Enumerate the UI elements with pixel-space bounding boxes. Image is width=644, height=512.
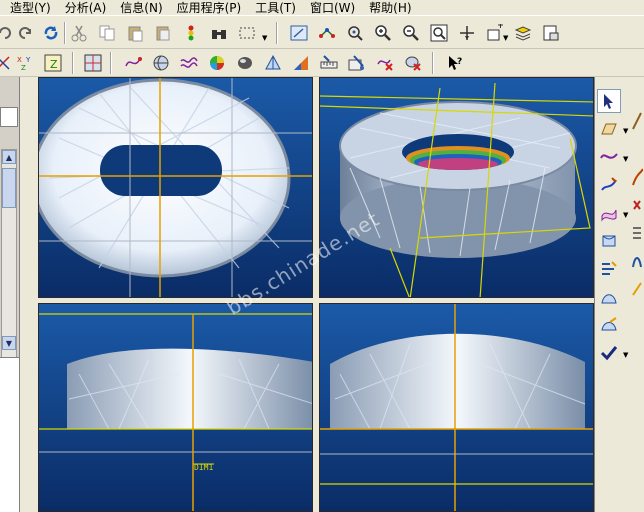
cut-icon[interactable] [68, 22, 90, 44]
svg-text:Z: Z [50, 58, 58, 71]
menu-help[interactable]: 帮助(H) [365, 1, 415, 15]
menu-tools[interactable]: 工具(T) [251, 1, 300, 15]
traffic-light-icon[interactable] [180, 22, 202, 44]
menu-analysis[interactable]: 分析(A) [61, 1, 111, 15]
binoculars-icon[interactable] [208, 22, 230, 44]
partial-tool-icon[interactable] [631, 111, 643, 131]
left-panel-field [0, 107, 18, 127]
svg-text:Y: Y [25, 56, 31, 64]
zoom-in-icon[interactable] [372, 22, 394, 44]
chevron-down-icon[interactable]: ▼ [503, 34, 508, 42]
toolbar-separator [276, 22, 278, 44]
scroll-thumb[interactable] [2, 168, 16, 208]
chevron-down-icon[interactable]: ▼ [623, 127, 628, 135]
menu-bar: 造型(Y) 分析(A) 信息(N) 应用程序(P) 工具(T) 窗口(W) 帮助… [0, 0, 644, 15]
dimension-label: DIM1 [194, 463, 213, 472]
menu-window[interactable]: 窗口(W) [306, 1, 359, 15]
partial-tool-icon[interactable] [631, 167, 644, 187]
sweep-icon[interactable] [597, 229, 621, 253]
measure-icon[interactable] [318, 52, 340, 74]
layers-icon[interactable] [512, 22, 534, 44]
patch-icon[interactable] [597, 285, 621, 309]
delete-surface-icon[interactable] [402, 52, 424, 74]
chevron-down-icon[interactable]: ▼ [623, 155, 628, 163]
partial-tool-icon[interactable] [631, 251, 643, 271]
left-gutter [20, 77, 38, 512]
secondary-toolbar: XYZ Z ? [0, 49, 644, 77]
menu-info[interactable]: 信息(N) [116, 1, 166, 15]
grid-icon[interactable] [82, 52, 104, 74]
viewport-isometric[interactable] [319, 77, 594, 298]
viewport-top[interactable] [38, 77, 313, 298]
snap-icon[interactable] [344, 22, 366, 44]
zoom-out-icon[interactable] [400, 22, 422, 44]
redo-icon[interactable] [14, 22, 36, 44]
shade-icon[interactable] [234, 52, 256, 74]
sketch-icon[interactable] [597, 173, 621, 197]
partial-tool-icon[interactable] [631, 195, 643, 215]
chevron-down-icon[interactable]: ▼ [623, 351, 628, 359]
main-toolbar: ▼ ▼ [0, 15, 644, 49]
chevron-down-icon[interactable]: ▼ [262, 34, 267, 42]
toolbar-separator [64, 22, 66, 44]
scroll-down-icon[interactable]: ▼ [2, 336, 16, 350]
camera-icon[interactable] [540, 22, 562, 44]
viewport-side[interactable] [319, 303, 594, 512]
node-icon[interactable] [316, 22, 338, 44]
trim-icon[interactable] [597, 313, 621, 337]
select-arrow-icon[interactable] [597, 89, 621, 113]
plane-icon[interactable] [597, 117, 621, 141]
confirm-check-icon[interactable] [597, 341, 621, 365]
z-align-icon[interactable]: Z [42, 52, 64, 74]
xyz-icon[interactable]: XYZ [14, 52, 36, 74]
delete-curve-icon[interactable] [374, 52, 396, 74]
left-panel-list [0, 357, 19, 512]
copy-icon[interactable] [96, 22, 118, 44]
toolbar-separator [72, 52, 74, 74]
help-arrow-icon[interactable]: ? [444, 52, 466, 74]
curve-tool-icon[interactable] [597, 145, 621, 169]
scroll-up-icon[interactable]: ▲ [2, 150, 16, 164]
right-tool-panel: ▼ ▼ ▼ ▼ [594, 77, 644, 512]
surface-icon[interactable] [597, 201, 621, 225]
prism-icon[interactable] [262, 52, 284, 74]
left-panel: ▲ ▼ [0, 77, 20, 512]
partial-tool-icon[interactable] [631, 223, 643, 243]
section-icon[interactable] [346, 52, 368, 74]
menu-model[interactable]: 造型(Y) [6, 1, 55, 15]
menu-applications[interactable]: 应用程序(P) [173, 1, 246, 15]
select-box-icon[interactable] [236, 22, 258, 44]
pan-icon[interactable] [456, 22, 478, 44]
svg-text:Z: Z [21, 64, 26, 72]
svg-text:X: X [17, 56, 22, 64]
chevron-down-icon[interactable]: ▼ [623, 211, 628, 219]
sphere-icon[interactable] [150, 52, 172, 74]
color-map-icon[interactable] [206, 52, 228, 74]
paste-special-icon[interactable] [152, 22, 174, 44]
axis-icon[interactable] [0, 52, 14, 74]
curve-icon[interactable] [122, 52, 144, 74]
wave-icon[interactable] [178, 52, 200, 74]
viewport-front[interactable]: DIM1 [38, 303, 313, 512]
toolbar-separator [110, 52, 112, 74]
blend-icon[interactable] [597, 257, 621, 281]
partial-tool-icon[interactable] [631, 279, 643, 299]
toolbar-separator [432, 52, 434, 74]
paste-icon[interactable] [124, 22, 146, 44]
refresh-icon[interactable] [40, 22, 62, 44]
zoom-window-icon[interactable] [428, 22, 450, 44]
gradient-icon[interactable] [290, 52, 312, 74]
view-fit-icon[interactable] [288, 22, 310, 44]
svg-text:?: ? [457, 57, 462, 67]
